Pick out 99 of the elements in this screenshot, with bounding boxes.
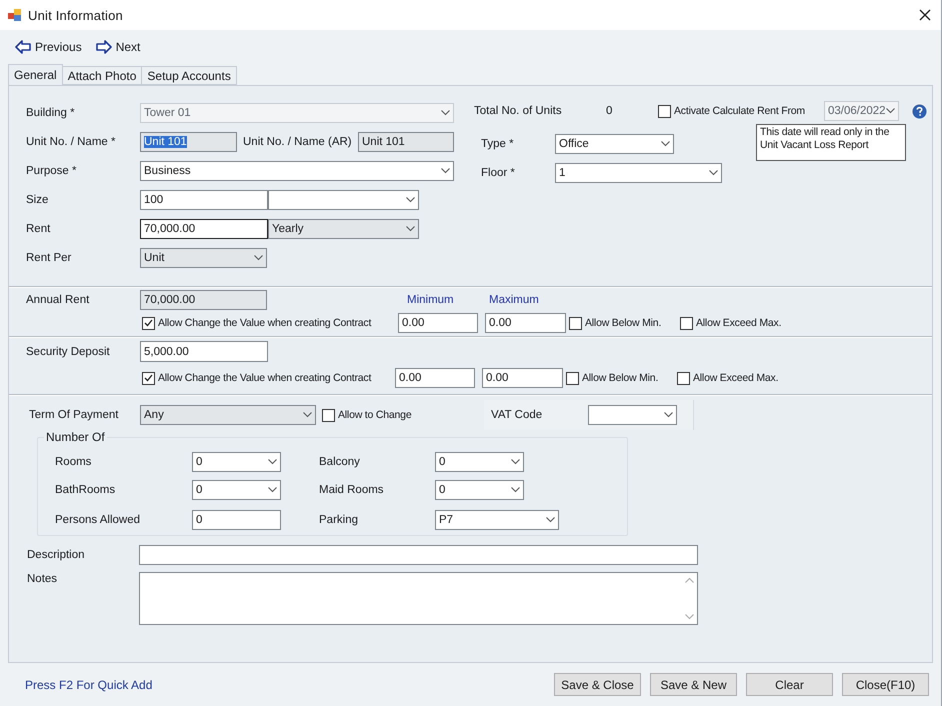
chevron-down-icon <box>268 487 277 493</box>
checkbox-label[interactable]: Allow Below Min. <box>585 317 662 329</box>
field-label: Rent Per <box>26 252 72 264</box>
chevron-down-icon <box>546 517 555 523</box>
checkbox[interactable] <box>680 316 693 330</box>
dropdown-field[interactable] <box>588 405 677 425</box>
chevron-down-icon <box>254 254 263 260</box>
dropdown-field[interactable]: 0 <box>435 452 524 472</box>
close-icon[interactable] <box>919 9 931 21</box>
field-label: Rooms <box>55 456 92 468</box>
field-label: Floor * <box>481 166 515 178</box>
field-label: Notes <box>27 573 58 585</box>
dropdown-field[interactable]: Business <box>140 160 454 180</box>
action-button[interactable]: Clear <box>746 673 833 696</box>
action-button[interactable]: Close(F10) <box>842 673 929 696</box>
text-field[interactable]: 0 <box>192 510 281 530</box>
field-label: Description <box>27 549 85 561</box>
field-label: Persons Allowed <box>55 514 140 526</box>
window-title: Unit Information <box>28 8 124 22</box>
chevron-down-icon <box>661 140 670 146</box>
dropdown-field[interactable]: Yearly <box>268 218 419 238</box>
field-label: Maximum <box>489 294 539 306</box>
next-button[interactable]: Next <box>96 40 140 54</box>
arrow-left-icon <box>15 40 31 54</box>
field-label: Size <box>26 194 48 206</box>
field-label: Annual Rent <box>26 294 90 306</box>
chevron-down-icon <box>268 459 277 465</box>
checkbox[interactable] <box>142 316 155 330</box>
field-label: Balcony <box>319 456 360 468</box>
chevron-down-icon <box>511 459 520 465</box>
dropdown-field[interactable]: Office <box>555 134 674 154</box>
arrow-right-icon <box>96 40 112 54</box>
date-note: This date will read only in the Unit Vacant Loss Report <box>756 124 906 161</box>
text-field[interactable]: 100 <box>140 190 268 210</box>
text-field[interactable]: Unit 101 <box>358 132 454 152</box>
checkbox-label[interactable]: Allow Exceed Max. <box>696 317 782 329</box>
text-field[interactable]: 0.00 <box>398 313 478 333</box>
tab[interactable]: Setup Accounts <box>141 66 237 85</box>
field-label: Unit No. / Name (AR) <box>243 136 352 148</box>
text-field[interactable]: 70,000.00 <box>140 290 267 310</box>
field-label: Rent <box>26 222 50 234</box>
chevron-down-icon <box>664 412 673 418</box>
checkbox[interactable] <box>142 372 155 384</box>
quick-add-hint: Press F2 For Quick Add <box>25 678 154 692</box>
checkbox-label[interactable]: Allow to Change <box>338 409 412 421</box>
text-field[interactable]: 70,000.00 <box>140 218 268 238</box>
dropdown-field[interactable]: Any <box>140 405 316 425</box>
field-label: Type * <box>481 138 514 150</box>
previous-button[interactable]: Previous <box>15 40 82 54</box>
checkbox-label[interactable]: Allow Change the Value when creating Contract <box>158 317 372 329</box>
text-field[interactable]: 0.00 <box>395 368 475 388</box>
text-field[interactable]: Unit 101 <box>140 132 237 152</box>
checkbox[interactable] <box>322 408 335 422</box>
checkbox-label[interactable]: Allow Below Min. <box>582 372 658 384</box>
chevron-down-icon <box>441 168 450 174</box>
field-label: Maid Rooms <box>319 484 384 496</box>
description-field[interactable] <box>139 545 698 565</box>
checkbox[interactable] <box>566 372 579 384</box>
dropdown-field[interactable]: 0 <box>435 480 524 500</box>
field-label: Unit No. / Name * <box>26 136 116 148</box>
checkbox[interactable] <box>569 316 582 330</box>
dropdown-field[interactable]: 0 <box>192 480 281 500</box>
tab[interactable]: Attach Photo <box>62 66 142 85</box>
action-button[interactable]: Save & New <box>650 673 737 696</box>
tab[interactable]: General <box>8 64 63 85</box>
chevron-down-icon <box>406 226 415 232</box>
dropdown-field[interactable]: P7 <box>435 510 559 530</box>
field-label: BathRooms <box>55 484 116 496</box>
chevron-down-icon <box>303 412 312 418</box>
text-field[interactable]: 0.00 <box>482 368 563 388</box>
chevron-down-icon <box>886 108 895 114</box>
field-label: Term Of Payment <box>29 409 118 421</box>
chevron-down-icon <box>406 196 415 202</box>
help-icon[interactable] <box>912 104 927 118</box>
checkbox[interactable] <box>658 104 671 118</box>
checkbox[interactable] <box>677 372 690 384</box>
chevron-down-icon <box>709 170 718 176</box>
field-label: Total No. of Units <box>474 105 562 117</box>
checkbox-label[interactable]: Activate Calculate Rent From <box>674 105 805 117</box>
checkbox-label[interactable]: Allow Change the Value when creating Contract <box>158 372 372 384</box>
chevron-down-icon <box>511 487 520 493</box>
app-icon <box>8 8 22 22</box>
field-label: Minimum <box>407 294 454 306</box>
text-field[interactable]: 0.00 <box>485 313 566 333</box>
chevron-down-icon <box>441 110 450 116</box>
dropdown-field[interactable]: 1 <box>555 162 722 182</box>
dropdown-field[interactable] <box>268 190 419 210</box>
group-title: Number Of <box>45 430 106 444</box>
checkbox-label[interactable]: Allow Exceed Max. <box>693 372 778 384</box>
dropdown-field[interactable]: 0 <box>192 452 281 472</box>
field-label: Security Deposit <box>26 346 110 358</box>
field-label: VAT Code <box>491 409 542 421</box>
field-label: Purpose * <box>26 164 77 176</box>
text-field[interactable]: 5,000.00 <box>140 341 268 362</box>
field-label: Parking <box>319 514 358 526</box>
field-label: Building * <box>26 106 75 118</box>
action-button[interactable]: Save & Close <box>554 673 641 696</box>
unit-count: 0 <box>606 105 612 117</box>
dropdown-field[interactable]: Unit <box>140 248 267 268</box>
